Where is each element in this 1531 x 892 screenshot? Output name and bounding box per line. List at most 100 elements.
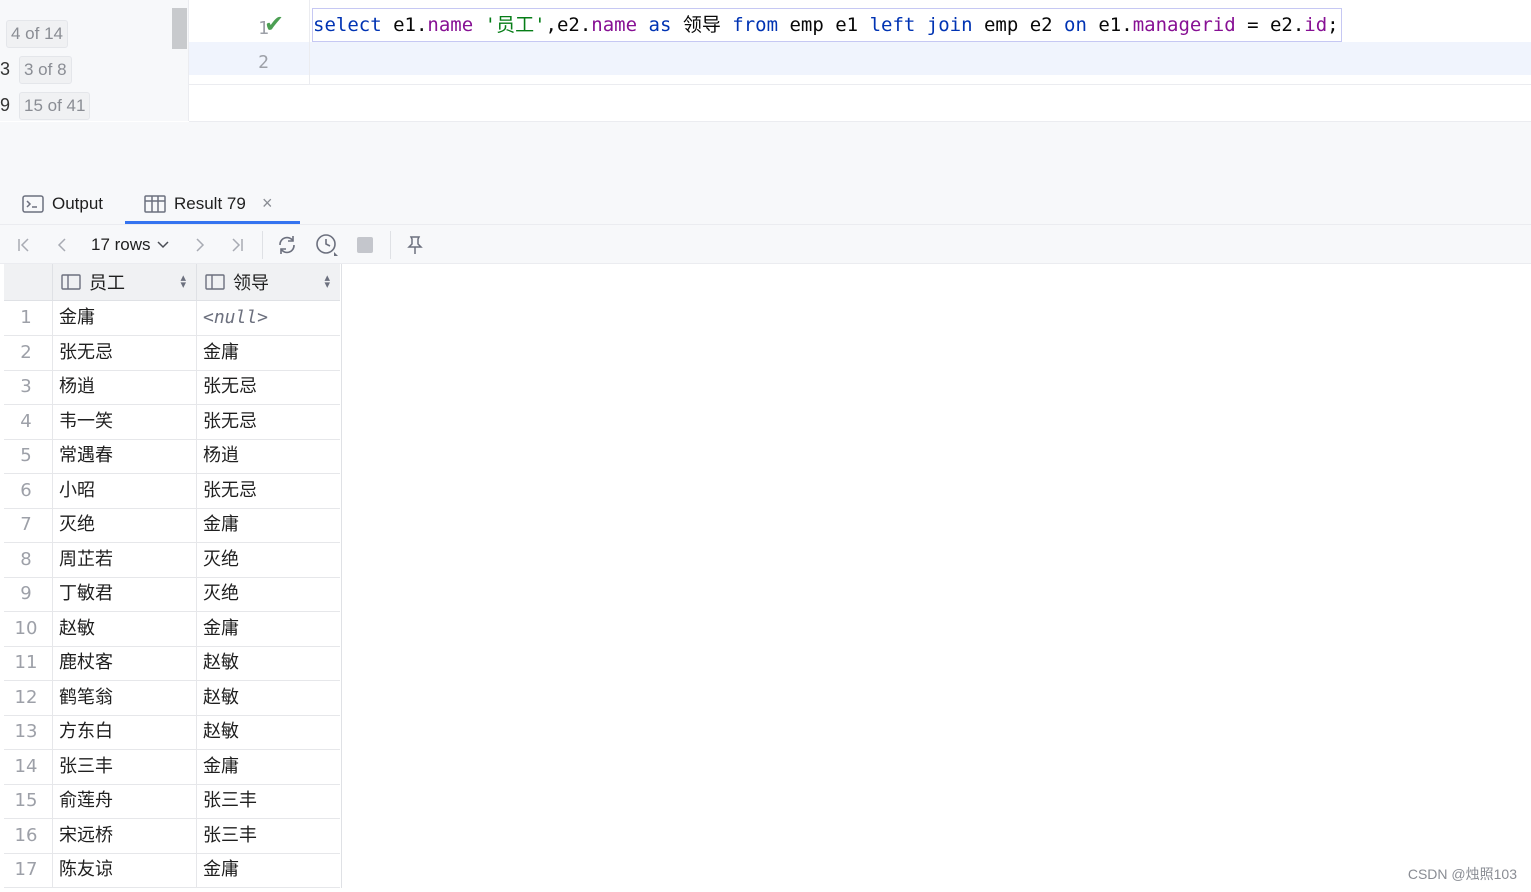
cell-employee[interactable]: 丁敏君: [52, 577, 196, 611]
column-header-employee[interactable]: 员工 ▴ ▾: [52, 264, 196, 300]
cell-employee[interactable]: 方东白: [52, 715, 196, 749]
row-number: 2: [20, 341, 32, 363]
panel-gap: [0, 122, 1531, 184]
row-number: 1: [20, 307, 32, 328]
hit-prefix: 9: [0, 95, 11, 115]
first-page-icon[interactable]: [12, 232, 36, 258]
cell-leader[interactable]: 张无忌: [196, 370, 340, 404]
cell-leader[interactable]: 赵敏: [196, 646, 340, 680]
search-hit-counter[interactable]: 15 of 41: [19, 92, 91, 120]
close-tab-icon[interactable]: ×: [262, 193, 273, 214]
cell-employee[interactable]: 金庸: [52, 301, 196, 335]
cell-leader[interactable]: 赵敏: [196, 680, 340, 715]
table-row[interactable]: 5 常遇春 杨逍: [4, 439, 340, 474]
cell-leader[interactable]: 金庸: [196, 749, 340, 784]
cell-leader[interactable]: 金庸: [196, 853, 340, 887]
table-row[interactable]: 7 灭绝 金庸: [4, 508, 340, 543]
cell-leader[interactable]: 金庸: [196, 508, 340, 542]
table-row[interactable]: 13 方东白 赵敏: [4, 715, 340, 750]
line-number: 2: [258, 52, 269, 73]
cell-employee[interactable]: 鹤笔翁: [52, 680, 196, 715]
cell-employee[interactable]: 张三丰: [52, 749, 196, 784]
column-header-leader[interactable]: 领导 ▴ ▾: [196, 264, 340, 300]
row-number: 9: [20, 583, 32, 604]
table-row[interactable]: 10 赵敏 金庸: [4, 611, 340, 647]
sort-icon[interactable]: ▴ ▾: [324, 273, 330, 291]
result-grid: 员工 ▴ ▾ 领导 ▴ ▾ 1 金庸 <null> 2 张无忌 金庸 3 杨逍 张无忌 4 韦一笑 张无忌…: [4, 264, 342, 888]
cell-employee[interactable]: 张无忌: [52, 335, 196, 370]
stop-icon[interactable]: [354, 232, 376, 258]
history-icon[interactable]: [314, 232, 340, 258]
toolbar-separator: [390, 231, 391, 259]
toolbar-separator: [262, 231, 263, 259]
pin-icon[interactable]: [404, 232, 426, 258]
table-row[interactable]: 1 金庸 <null>: [4, 301, 340, 336]
row-number: 13: [14, 721, 38, 742]
sort-icon[interactable]: ▴ ▾: [180, 273, 186, 291]
cell-leader[interactable]: 灭绝: [196, 542, 340, 577]
table-icon: [144, 195, 166, 213]
check-icon: ✔: [264, 11, 285, 38]
sql-statement[interactable]: select e1.name '员工',e2.name as 领导 from e…: [312, 8, 1342, 42]
sql-token: ;: [1327, 14, 1339, 36]
cell-employee[interactable]: 俞莲舟: [52, 784, 196, 818]
table-row[interactable]: 17 陈友谅 金庸: [4, 853, 340, 888]
tab-result[interactable]: Result 79: [144, 184, 246, 224]
cell-employee[interactable]: 韦一笑: [52, 404, 196, 439]
result-tabs: Output Result 79: [0, 184, 1531, 225]
cell-leader[interactable]: 灭绝: [196, 577, 340, 611]
cell-employee[interactable]: 小昭: [52, 473, 196, 508]
cell-leader[interactable]: 张无忌: [196, 473, 340, 508]
cell-employee[interactable]: 灭绝: [52, 508, 196, 542]
table-row[interactable]: 8 周芷若 灭绝: [4, 542, 340, 578]
row-number: 10: [14, 617, 38, 639]
rows-dropdown[interactable]: 17 rows: [91, 233, 169, 257]
line-number-gutter: 1 2: [189, 6, 309, 84]
row-number: 8: [20, 548, 32, 570]
cell-leader[interactable]: 金庸: [196, 611, 340, 646]
table-row[interactable]: 2 张无忌 金庸: [4, 335, 340, 371]
row-number: 4: [20, 410, 32, 432]
cell-employee[interactable]: 杨逍: [52, 370, 196, 404]
scrollbar-thumb[interactable]: [172, 8, 187, 49]
sql-token: name: [591, 14, 638, 36]
cell-employee[interactable]: 常遇春: [52, 439, 196, 473]
console-icon: [22, 195, 44, 213]
cell-leader[interactable]: 赵敏: [196, 715, 340, 749]
sql-token: left join: [869, 14, 973, 36]
sql-token: from: [732, 14, 779, 36]
prev-page-icon[interactable]: [50, 232, 74, 258]
table-row[interactable]: 6 小昭 张无忌: [4, 473, 340, 509]
row-number: 16: [14, 824, 38, 846]
tab-output[interactable]: Output: [22, 184, 103, 224]
line-number: 1: [258, 18, 269, 39]
table-row[interactable]: 3 杨逍 张无忌: [4, 370, 340, 405]
table-row[interactable]: 9 丁敏君 灭绝: [4, 577, 340, 612]
cell-leader[interactable]: 金庸: [196, 335, 340, 370]
table-row[interactable]: 12 鹤笔翁 赵敏: [4, 680, 340, 716]
next-page-icon[interactable]: [188, 232, 212, 258]
table-row[interactable]: 11 鹿杖客 赵敏: [4, 646, 340, 681]
cell-leader[interactable]: 张无忌: [196, 404, 340, 439]
cell-leader[interactable]: 张三丰: [196, 818, 340, 853]
row-number: 14: [14, 755, 38, 777]
cell-leader[interactable]: <null>: [196, 301, 340, 335]
refresh-icon[interactable]: [274, 232, 300, 258]
cell-employee[interactable]: 陈友谅: [52, 853, 196, 887]
cell-employee[interactable]: 鹿杖客: [52, 646, 196, 680]
cell-leader[interactable]: 杨逍: [196, 439, 340, 473]
rows-count: 17 rows: [91, 235, 151, 254]
cell-employee[interactable]: 赵敏: [52, 611, 196, 646]
last-page-icon[interactable]: [225, 232, 249, 258]
cell-employee[interactable]: 周芷若: [52, 542, 196, 577]
table-row[interactable]: 16 宋远桥 张三丰: [4, 818, 340, 854]
row-number: 12: [14, 686, 38, 708]
table-row[interactable]: 15 俞莲舟 张三丰: [4, 784, 340, 819]
table-row[interactable]: 4 韦一笑 张无忌: [4, 404, 340, 440]
table-row[interactable]: 14 张三丰 金庸: [4, 749, 340, 785]
cell-employee[interactable]: 宋远桥: [52, 818, 196, 853]
search-hit-counter[interactable]: 4 of 14: [6, 20, 68, 48]
search-hit-counter[interactable]: 3 of 8: [19, 56, 72, 84]
cell-leader[interactable]: 张三丰: [196, 784, 340, 818]
sql-token: = e2.: [1235, 14, 1305, 36]
